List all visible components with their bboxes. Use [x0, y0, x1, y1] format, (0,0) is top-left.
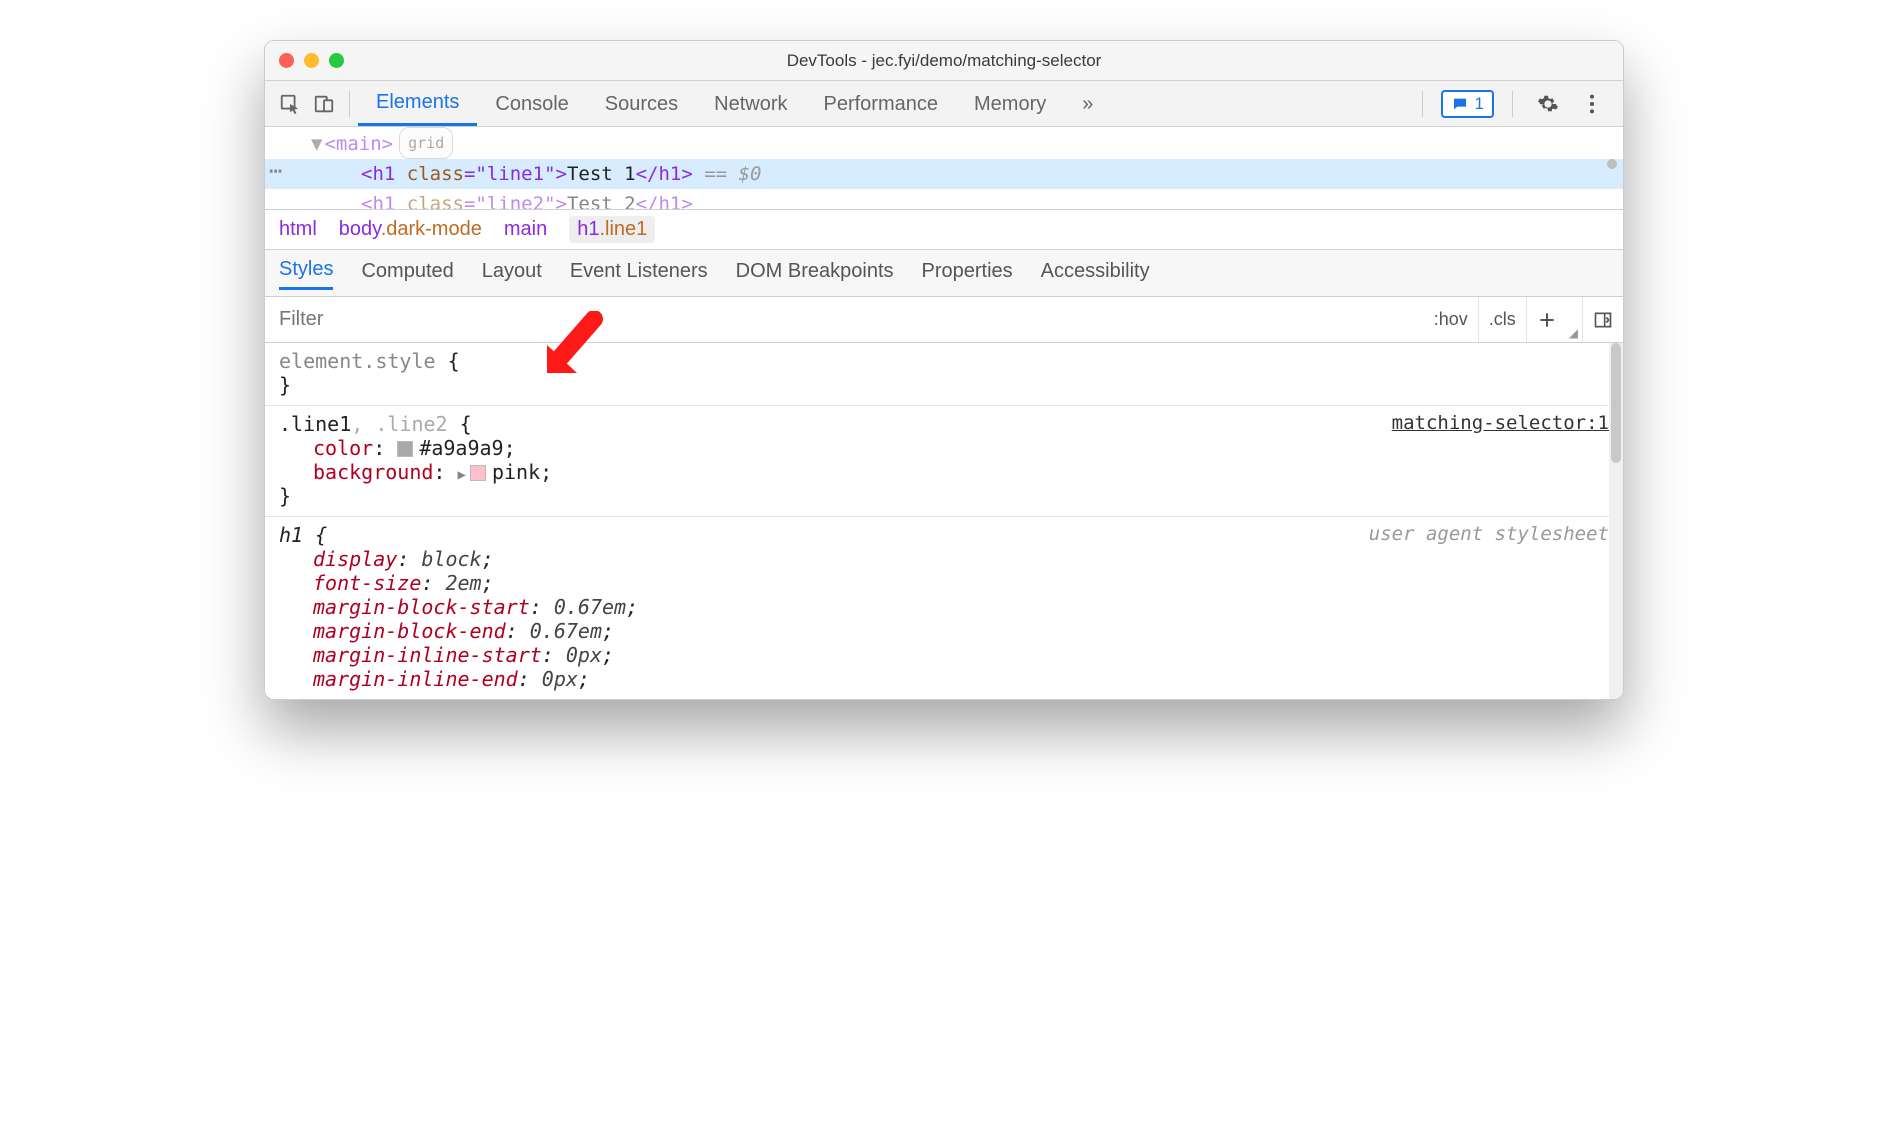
gutter-marker-icon	[1607, 159, 1617, 169]
expand-shorthand-icon[interactable]: ▶	[458, 467, 466, 483]
tab-sources[interactable]: Sources	[587, 83, 696, 125]
crumb-h1[interactable]: h1.line1	[569, 216, 655, 243]
rule-source-ua: user agent stylesheet	[1369, 523, 1609, 545]
selector-inactive[interactable]: .line2	[375, 412, 447, 436]
dom-row-selected[interactable]: <h1 class="line1">Test 1</h1> == $0	[265, 159, 1623, 189]
panel-tabbar: Elements Console Sources Network Perform…	[265, 81, 1623, 127]
inspect-element-icon[interactable]	[273, 87, 307, 121]
window-controls	[265, 53, 344, 68]
separator	[1512, 91, 1513, 117]
grid-badge[interactable]: grid	[399, 127, 453, 159]
declaration-margin-block-start[interactable]: margin-block-start: 0.67em;	[279, 595, 1609, 619]
subtab-properties[interactable]: Properties	[922, 260, 1013, 289]
rule-user-agent[interactable]: user agent stylesheet h1 { display: bloc…	[265, 517, 1623, 699]
rule-source-link[interactable]: matching-selector:1	[1392, 412, 1609, 434]
declaration-font-size[interactable]: font-size: 2em;	[279, 571, 1609, 595]
settings-icon[interactable]	[1531, 87, 1565, 121]
scrollbar-thumb[interactable]	[1611, 343, 1621, 463]
vertical-scrollbar[interactable]	[1609, 343, 1623, 699]
subtab-styles[interactable]: Styles	[279, 258, 333, 290]
subtab-layout[interactable]: Layout	[482, 260, 542, 289]
crumb-html[interactable]: html	[279, 218, 317, 241]
tab-console[interactable]: Console	[477, 83, 586, 125]
device-toolbar-icon[interactable]	[307, 87, 341, 121]
dom-tag-open: <h1	[361, 163, 407, 185]
subtab-computed[interactable]: Computed	[361, 260, 453, 289]
color-swatch-icon[interactable]	[397, 441, 413, 457]
minimize-window-button[interactable]	[304, 53, 319, 68]
close-window-button[interactable]	[279, 53, 294, 68]
more-icon[interactable]	[1575, 87, 1609, 121]
breadcrumb: html body.dark-mode main h1.line1	[265, 209, 1623, 249]
subtab-dom-breakpoints[interactable]: DOM Breakpoints	[736, 260, 894, 289]
rule-element-style[interactable]: element.style { }	[265, 343, 1623, 406]
devtools-window: DevTools - jec.fyi/demo/matching-selecto…	[264, 40, 1624, 700]
crumb-body[interactable]: body.dark-mode	[339, 218, 482, 241]
dom-row-next[interactable]: <h1 class="line2">Test 2</h1>	[265, 189, 1623, 209]
selector-h1: h1	[279, 523, 303, 547]
cls-toggle[interactable]: .cls	[1478, 297, 1526, 342]
styles-filter-input[interactable]	[265, 297, 1416, 342]
separator	[349, 91, 350, 117]
dom-tree[interactable]: ⋯ ▼<main>grid <h1 class="line1">Test 1</…	[265, 127, 1623, 209]
declaration-margin-block-end[interactable]: margin-block-end: 0.67em;	[279, 619, 1609, 643]
dom-row-main[interactable]: ▼<main>grid	[265, 127, 1623, 159]
selector-active[interactable]: .line1	[279, 412, 351, 436]
subtab-event-listeners[interactable]: Event Listeners	[570, 260, 708, 289]
rule-matching-selector[interactable]: matching-selector:1 .line1, .line2 { col…	[265, 406, 1623, 517]
styles-subtabs: Styles Computed Layout Event Listeners D…	[265, 249, 1623, 296]
issues-count: 1	[1475, 94, 1484, 114]
separator	[1422, 91, 1423, 117]
styles-rules: element.style { } matching-selector:1 .l…	[265, 342, 1623, 699]
tab-elements[interactable]: Elements	[358, 81, 477, 126]
declaration-background[interactable]: background: ▶pink;	[279, 460, 1609, 484]
titlebar: DevTools - jec.fyi/demo/matching-selecto…	[265, 41, 1623, 81]
dollar-zero-hint: == $0	[693, 163, 762, 185]
tabs-overflow[interactable]: »	[1064, 83, 1111, 125]
issues-chip[interactable]: 1	[1441, 90, 1494, 118]
tab-performance[interactable]: Performance	[806, 83, 957, 125]
hov-toggle[interactable]: :hov	[1424, 297, 1478, 342]
crumb-main[interactable]: main	[504, 218, 547, 241]
selector-element-style: element.style	[279, 349, 436, 373]
disclosure-triangle-icon[interactable]: ▼	[311, 133, 322, 155]
new-style-rule-icon[interactable]	[1526, 297, 1567, 342]
tab-network[interactable]: Network	[696, 83, 805, 125]
zoom-window-button[interactable]	[329, 53, 344, 68]
dom-text: Test 1	[567, 163, 636, 185]
styles-filter-row: :hov .cls ◢	[265, 296, 1623, 342]
overflow-corner-icon: ◢	[1567, 326, 1582, 342]
declaration-margin-inline-start[interactable]: margin-inline-start: 0px;	[279, 643, 1609, 667]
dom-attr-value: line1	[487, 163, 544, 185]
computed-sidebar-toggle-icon[interactable]	[1582, 297, 1623, 342]
declaration-color[interactable]: color: #a9a9a9;	[279, 436, 1609, 460]
message-icon	[1451, 96, 1469, 112]
window-title: DevTools - jec.fyi/demo/matching-selecto…	[265, 51, 1623, 71]
subtab-accessibility[interactable]: Accessibility	[1041, 260, 1150, 289]
declaration-margin-inline-end[interactable]: margin-inline-end: 0px;	[279, 667, 1609, 691]
declaration-display[interactable]: display: block;	[279, 547, 1609, 571]
color-swatch-icon[interactable]	[470, 465, 486, 481]
tab-memory[interactable]: Memory	[956, 83, 1064, 125]
expand-ellipsis-icon[interactable]: ⋯	[269, 157, 282, 187]
dom-attr-name: class	[407, 163, 464, 185]
